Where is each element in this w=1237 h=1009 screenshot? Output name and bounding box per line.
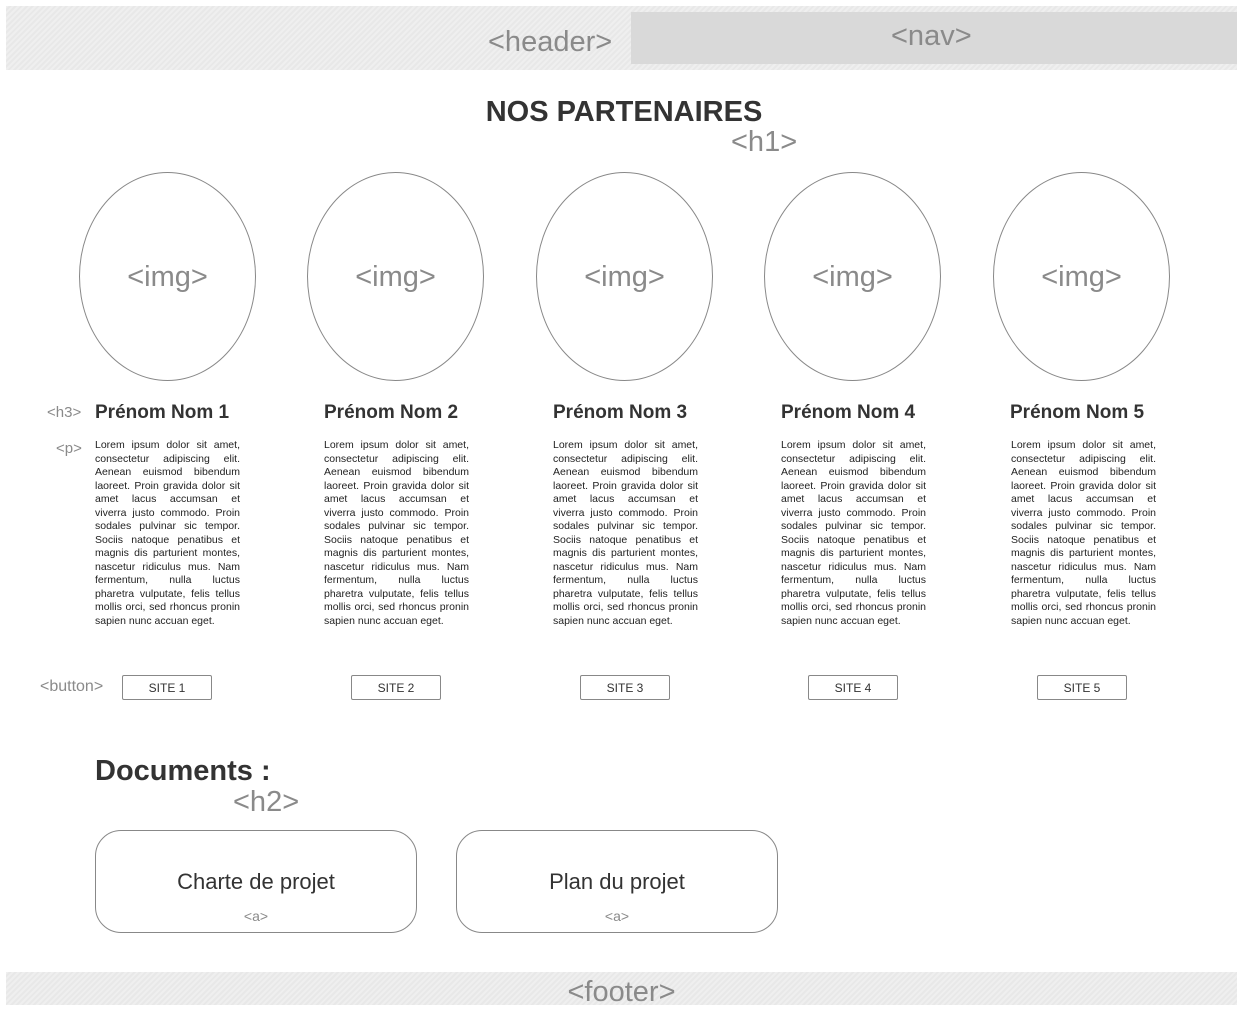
partner-name: Prénom Nom 5: [1010, 402, 1145, 423]
partner-image: <img>: [993, 172, 1170, 381]
site-button[interactable]: SITE 3: [580, 675, 670, 700]
h3-annotation: <h3>: [47, 404, 82, 421]
button-annotation: <button>: [40, 678, 104, 695]
partner-image: <img>: [307, 172, 484, 381]
site-button[interactable]: SITE 5: [1037, 675, 1127, 700]
img-tag-label: <img>: [812, 261, 893, 293]
document-link-label: Plan du projet: [549, 869, 685, 894]
site-button[interactable]: SITE 4: [808, 675, 898, 700]
partner-description: Lorem ipsum dolor sit amet, consectetur …: [95, 439, 240, 627]
documents-heading: Documents :: [95, 755, 271, 787]
h1-tag-label: <h1>: [731, 126, 798, 158]
img-tag-label: <img>: [1041, 261, 1122, 293]
a-tag-label: <a>: [604, 908, 630, 924]
footer-region: <footer>: [6, 972, 1237, 1008]
document-link-label: Charte de projet: [177, 869, 335, 894]
footer-tag-label: <footer>: [567, 976, 676, 1008]
partner-image: <img>: [764, 172, 941, 381]
partner-description: Lorem ipsum dolor sit amet, consectetur …: [1011, 439, 1156, 627]
document-link-charte[interactable]: Charte de projet <a>: [95, 830, 417, 933]
page-title: NOS PARTENAIRES: [485, 96, 763, 128]
img-tag-label: <img>: [127, 261, 208, 293]
document-link-plan[interactable]: Plan du projet <a>: [456, 830, 778, 933]
img-tag-label: <img>: [584, 261, 665, 293]
site-button[interactable]: SITE 2: [351, 675, 441, 700]
header-tag-label: <header>: [488, 26, 613, 58]
img-tag-label: <img>: [355, 261, 436, 293]
partner-name: Prénom Nom 3: [553, 402, 688, 423]
partner-name: Prénom Nom 2: [324, 402, 459, 423]
partner-name: Prénom Nom 1: [95, 402, 230, 423]
partner-image: <img>: [536, 172, 713, 381]
partner-image: <img>: [79, 172, 256, 381]
partner-description: Lorem ipsum dolor sit amet, consectetur …: [553, 439, 698, 627]
p-annotation: <p>: [56, 440, 82, 457]
nav-tag-label: <nav>: [891, 20, 972, 52]
partner-description: Lorem ipsum dolor sit amet, consectetur …: [781, 439, 926, 627]
partner-description: Lorem ipsum dolor sit amet, consectetur …: [324, 439, 469, 627]
nav-region[interactable]: <nav>: [631, 12, 1237, 64]
partner-name: Prénom Nom 4: [781, 402, 916, 423]
site-button[interactable]: SITE 1: [122, 675, 212, 700]
h2-tag-label: <h2>: [233, 786, 300, 818]
a-tag-label: <a>: [243, 908, 269, 924]
